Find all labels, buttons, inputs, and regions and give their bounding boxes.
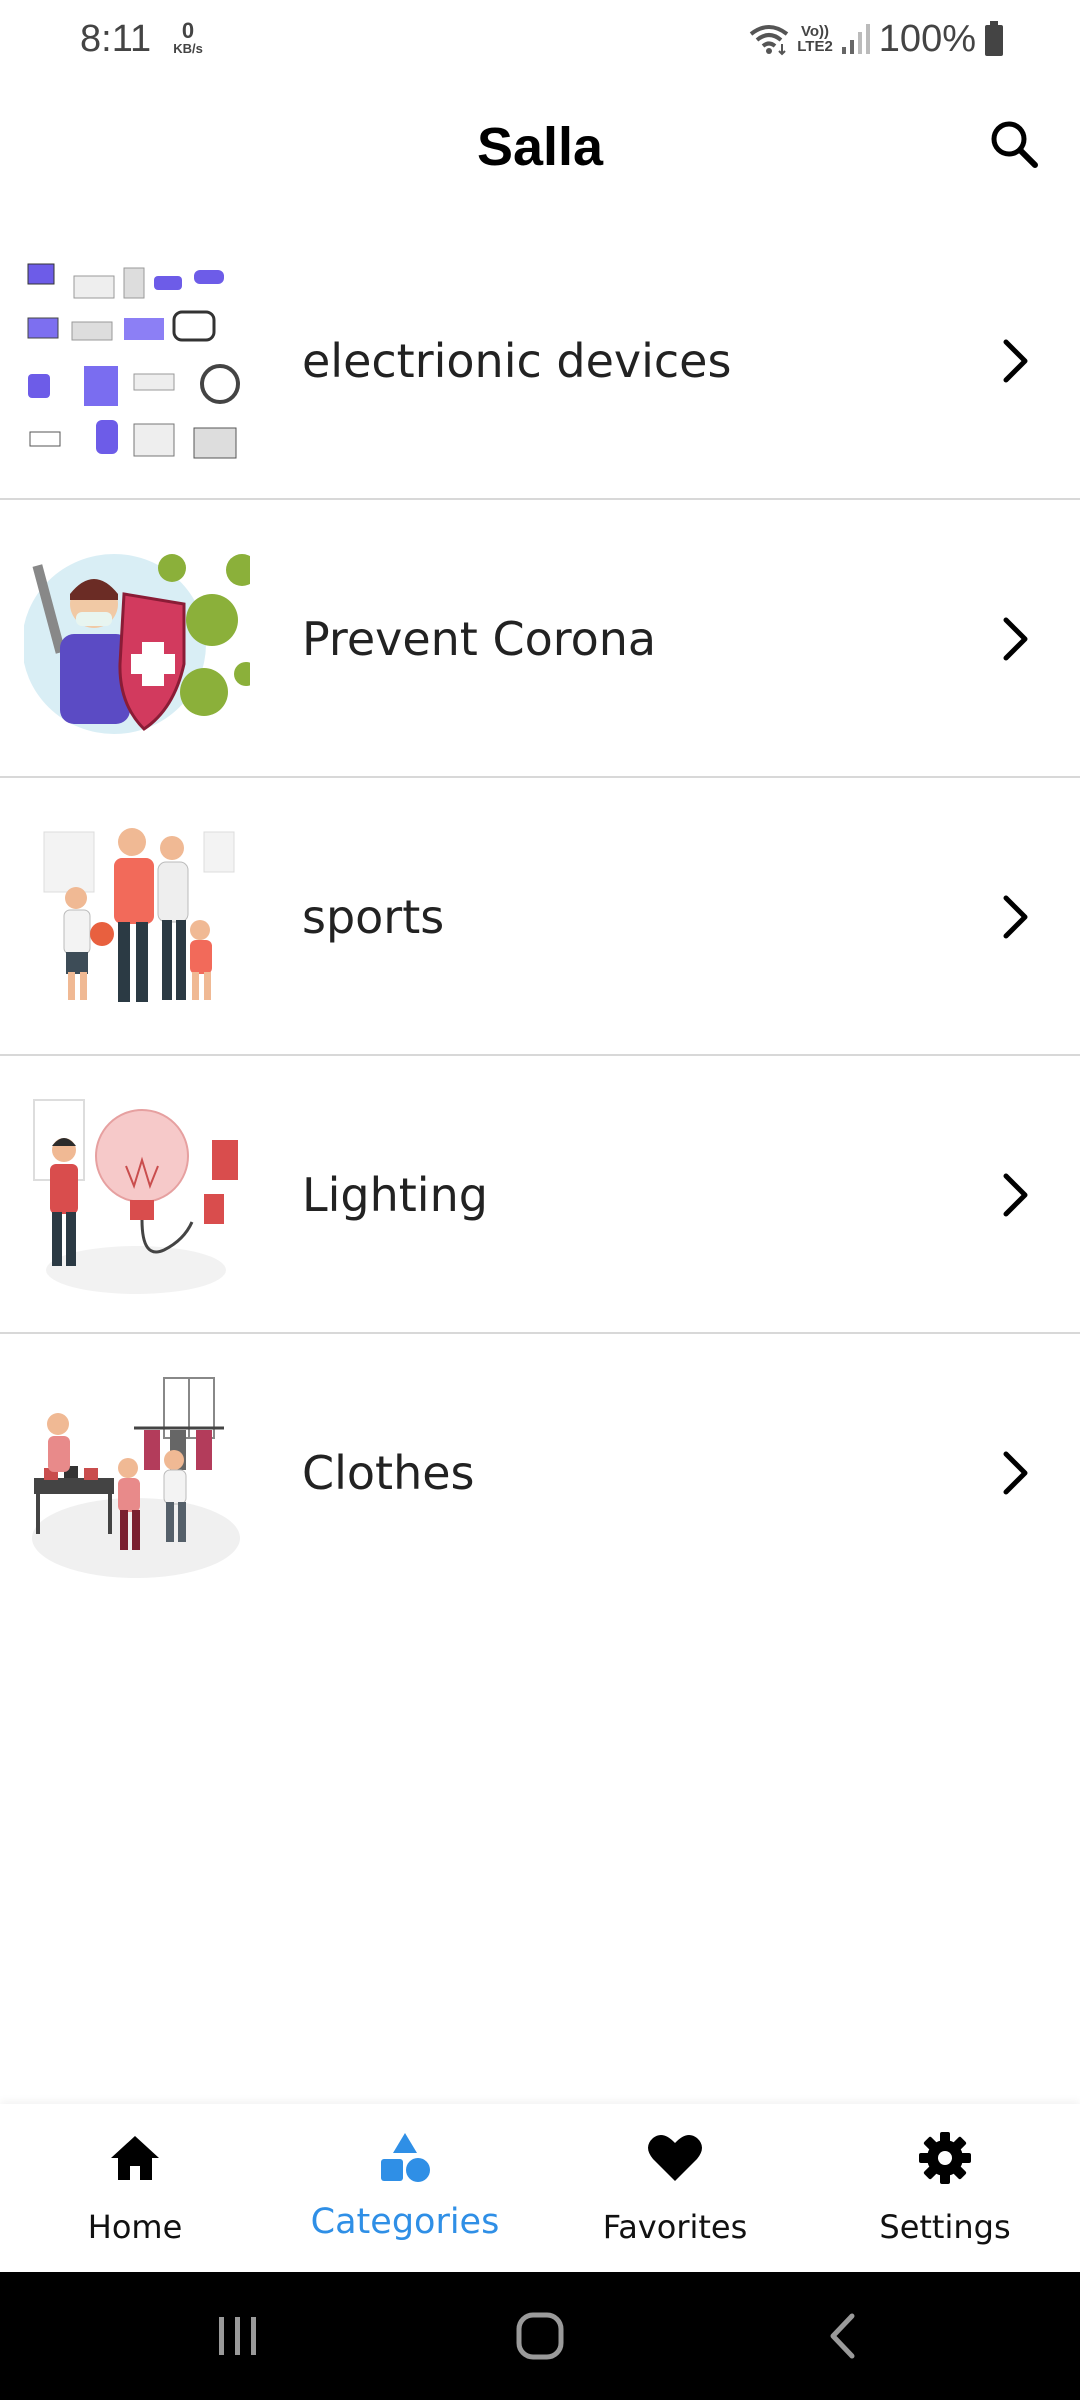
- chevron-right-icon[interactable]: [982, 327, 1050, 395]
- category-label: Prevent Corona: [302, 612, 657, 666]
- sports-family-illustration: [43, 828, 235, 1002]
- recents-button[interactable]: [198, 2296, 278, 2376]
- back-icon: [830, 2313, 855, 2359]
- system-nav-bar: [0, 2272, 1080, 2400]
- status-bar: 8:11 0 KB/s Vo)) LTE2 100%: [0, 0, 1080, 78]
- lightbulb-illustration: [33, 1099, 238, 1294]
- nav-label-home: Home: [87, 2208, 183, 2246]
- category-list: electrionic devices Prevent Corona sport…: [0, 222, 1080, 1612]
- wifi-icon: [750, 25, 789, 56]
- category-row-sports[interactable]: sports: [0, 778, 1080, 1056]
- back-button[interactable]: [802, 2296, 882, 2376]
- network-speed-value: 0: [181, 18, 195, 43]
- recents-icon: [219, 2317, 256, 2355]
- heart-icon: [540, 2128, 810, 2188]
- signal-icon: [841, 24, 870, 54]
- category-row-prevent-corona[interactable]: Prevent Corona: [0, 500, 1080, 778]
- category-thumbnail: [24, 256, 250, 466]
- page-title: Salla: [476, 117, 604, 177]
- chevron-right-icon[interactable]: [982, 605, 1050, 673]
- electronics-illustration: [27, 263, 240, 459]
- clothes-shop-illustration: [32, 1377, 240, 1578]
- search-button[interactable]: [978, 108, 1050, 180]
- search-icon: [991, 121, 1038, 168]
- nav-item-categories[interactable]: Categories: [270, 2104, 540, 2272]
- category-thumbnail: [24, 1368, 250, 1578]
- chevron-right-icon[interactable]: [982, 1161, 1050, 1229]
- nav-label-settings: Settings: [879, 2208, 1011, 2246]
- category-thumbnail: [24, 1090, 250, 1300]
- network-speed-unit: KB/s: [173, 41, 203, 56]
- nav-label-categories: Categories: [310, 2202, 500, 2242]
- lte-label: LTE2: [797, 38, 833, 55]
- chevron-right-icon[interactable]: [982, 1439, 1050, 1507]
- home-icon: [0, 2128, 270, 2188]
- category-label: Lighting: [302, 1168, 488, 1222]
- category-thumbnail: [24, 534, 250, 744]
- network-speed: 0 KB/s: [166, 18, 210, 56]
- categories-icon: [270, 2128, 540, 2188]
- app-header: Salla: [0, 78, 1080, 222]
- category-label: Clothes: [302, 1446, 475, 1500]
- bottom-nav: Home Categories Favorites Settings: [0, 2104, 1080, 2272]
- category-label: electrionic devices: [302, 334, 732, 388]
- category-row-electronics[interactable]: electrionic devices: [0, 222, 1080, 500]
- home-circle-icon: [516, 2312, 564, 2360]
- battery-percent: 100%: [878, 17, 976, 60]
- gear-icon: [810, 2128, 1080, 2188]
- category-row-clothes[interactable]: Clothes: [0, 1334, 1080, 1612]
- corona-illustration: [24, 554, 250, 734]
- battery-icon: [985, 21, 1003, 56]
- volte-label: Vo)): [800, 23, 830, 40]
- status-time: 8:11: [80, 18, 152, 60]
- nav-item-home[interactable]: Home: [0, 2104, 270, 2272]
- volte-indicator: Vo)) LTE2: [797, 24, 833, 54]
- nav-label-favorites: Favorites: [602, 2208, 748, 2246]
- category-row-lighting[interactable]: Lighting: [0, 1056, 1080, 1334]
- chevron-right-icon[interactable]: [982, 883, 1050, 951]
- nav-item-favorites[interactable]: Favorites: [540, 2104, 810, 2272]
- home-system-button[interactable]: [500, 2296, 580, 2376]
- nav-item-settings[interactable]: Settings: [810, 2104, 1080, 2272]
- category-label: sports: [302, 890, 445, 944]
- category-thumbnail: [24, 812, 250, 1022]
- status-icons: Vo)) LTE2 100%: [749, 14, 1004, 64]
